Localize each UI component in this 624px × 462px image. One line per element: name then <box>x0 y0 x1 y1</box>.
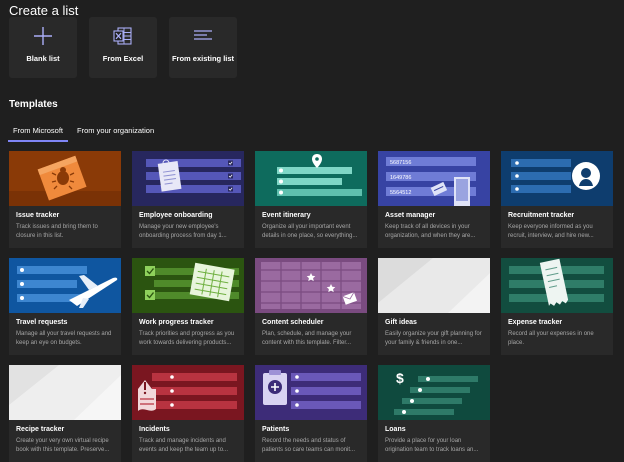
card-title: Work progress tracker <box>139 319 214 326</box>
travel-requests-thumbnail <box>9 258 121 313</box>
template-card-employee-onboarding[interactable]: Employee onboarding Manage your new empl… <box>132 151 244 248</box>
card-title: Recipe tracker <box>16 426 65 433</box>
card-description: Provide a place for your loan originatio… <box>385 438 479 453</box>
card-title: Expense tracker <box>508 319 563 326</box>
card-title: Content scheduler <box>262 319 324 326</box>
excel-icon <box>89 26 157 46</box>
template-card-gift-ideas[interactable]: Gift ideas Easily organize your gift pla… <box>378 258 490 355</box>
plus-icon <box>9 26 77 46</box>
card-title: Employee onboarding <box>139 212 213 219</box>
expense-tracker-thumbnail <box>501 258 613 313</box>
selected-tab-indicator <box>8 140 68 142</box>
template-card-event-itinerary[interactable]: Event itinerary Organize all your import… <box>255 151 367 248</box>
card-description: Keep track of all devices in your organi… <box>385 224 476 239</box>
card-title: Event itinerary <box>262 212 311 219</box>
card-description: Organize all your important event detail… <box>262 224 358 239</box>
template-card-travel-requests[interactable]: Travel requests Manage all your travel r… <box>9 258 121 355</box>
template-card-loans[interactable]: $ Loans Provide a place for your loan or… <box>378 365 490 462</box>
card-description: Record all your expenses in one place. <box>508 331 594 346</box>
card-title: Incidents <box>139 426 170 433</box>
card-title: Asset manager <box>385 212 436 219</box>
employee-onboarding-thumbnail <box>132 151 244 206</box>
list-lines-icon <box>169 26 237 46</box>
card-description: Plan, schedule, and manage your content … <box>262 331 352 346</box>
asset-number-3: 5564512 <box>390 190 411 196</box>
card-description: Record the needs and status of patients … <box>262 438 356 453</box>
card-description: Track priorities and progress as you wor… <box>139 331 235 346</box>
from-existing-list-button[interactable]: From existing list <box>169 17 237 78</box>
tab-from-microsoft[interactable]: From Microsoft <box>13 126 63 135</box>
recruitment-tracker-thumbnail <box>501 151 613 206</box>
loans-thumbnail: $ <box>378 365 490 420</box>
event-itinerary-thumbnail <box>255 151 367 206</box>
card-description: Manage your new employee's onboarding pr… <box>139 224 227 239</box>
card-title: Recruitment tracker <box>508 212 575 219</box>
template-card-recruitment-tracker[interactable]: Recruitment tracker Keep everyone inform… <box>501 151 613 248</box>
card-description: Create your very own virtual recipe book… <box>16 438 110 453</box>
template-card-issue-tracker[interactable]: Issue tracker Track issues and bring the… <box>9 151 121 248</box>
incidents-thumbnail <box>132 365 244 420</box>
card-title: Issue tracker <box>16 212 60 219</box>
template-card-expense-tracker[interactable]: Expense tracker Record all your expenses… <box>501 258 613 355</box>
card-description: Track issues and bring them to closure i… <box>16 224 98 239</box>
asset-manager-thumbnail: 5687156 1649786 5564512 <box>378 151 490 206</box>
template-card-content-scheduler[interactable]: Content scheduler Plan, schedule, and ma… <box>255 258 367 355</box>
template-card-recipe-tracker[interactable]: Recipe tracker Create your very own virt… <box>9 365 121 462</box>
create-list-heading: Create a list <box>9 3 79 18</box>
card-description: Track and manage incidents and events an… <box>139 438 229 453</box>
asset-number-2: 1649786 <box>390 175 411 181</box>
template-card-asset-manager[interactable]: 5687156 1649786 5564512 Asset manager Ke… <box>378 151 490 248</box>
card-description: Keep everyone informed as you recruit, i… <box>508 224 594 239</box>
issue-tracker-thumbnail <box>9 151 121 206</box>
card-description: Easily organize your gift planning for y… <box>385 331 482 346</box>
card-description: Manage all your travel requests and keep… <box>16 331 112 346</box>
card-title: Gift ideas <box>385 319 417 326</box>
tab-from-your-organization[interactable]: From your organization <box>77 126 154 135</box>
recipe-tracker-thumbnail <box>9 365 121 420</box>
blank-list-label: Blank list <box>26 54 60 63</box>
from-existing-list-label: From existing list <box>171 54 235 63</box>
content-scheduler-thumbnail <box>255 258 367 313</box>
svg-text:$: $ <box>396 370 404 386</box>
asset-number-1: 5687156 <box>390 160 411 166</box>
from-excel-button[interactable]: From Excel <box>89 17 157 78</box>
template-card-patients[interactable]: Patients Record the needs and status of … <box>255 365 367 462</box>
template-card-incidents[interactable]: Incidents Track and manage incidents and… <box>132 365 244 462</box>
template-card-work-progress-tracker[interactable]: Work progress tracker Track priorities a… <box>132 258 244 355</box>
work-progress-tracker-thumbnail <box>132 258 244 313</box>
from-excel-label: From Excel <box>102 54 144 63</box>
card-title: Patients <box>262 426 290 433</box>
card-title: Travel requests <box>16 319 68 326</box>
patients-thumbnail <box>255 365 367 420</box>
gift-ideas-thumbnail <box>378 258 490 313</box>
templates-heading: Templates <box>9 99 58 110</box>
card-title: Loans <box>385 426 406 433</box>
blank-list-button[interactable]: Blank list <box>9 17 77 78</box>
